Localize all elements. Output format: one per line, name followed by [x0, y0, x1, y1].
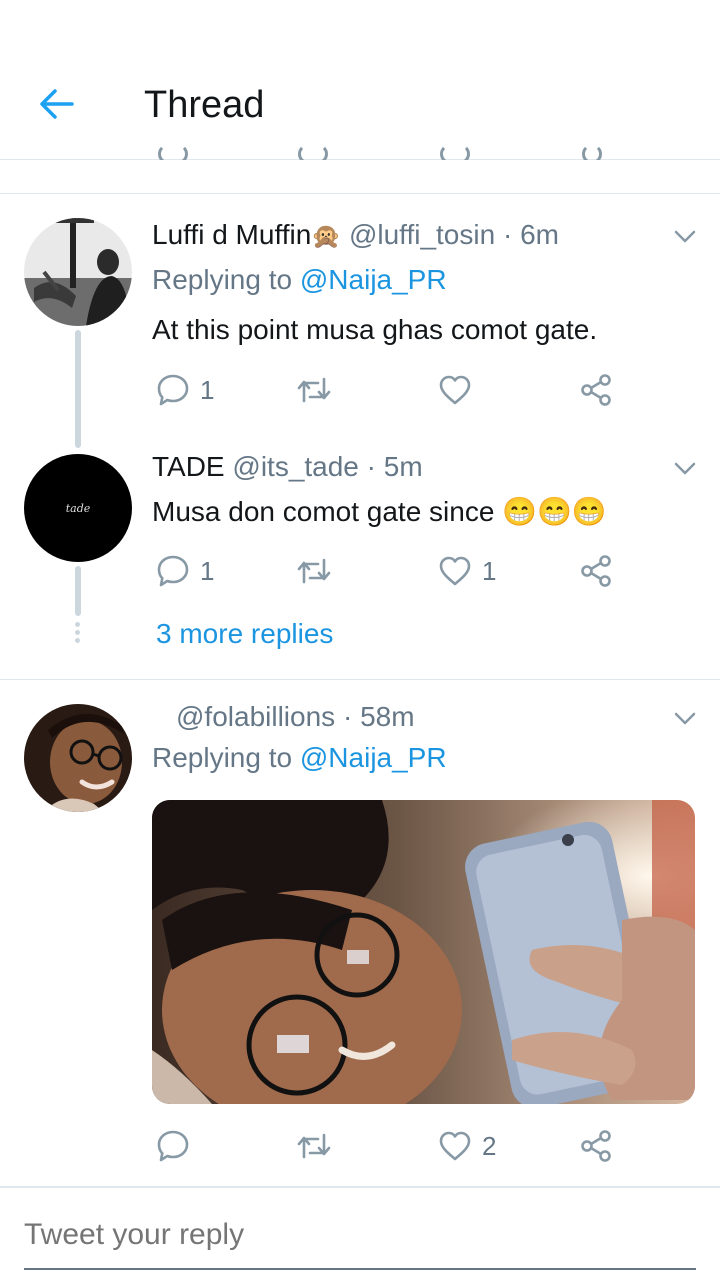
- reply-button[interactable]: [156, 1126, 200, 1166]
- retweet-icon: [297, 558, 331, 584]
- heart-icon: [439, 556, 471, 586]
- like-count: 2: [482, 1130, 497, 1161]
- mention-link[interactable]: @Naija_PR: [300, 264, 447, 295]
- share-icon: [581, 374, 611, 406]
- photo-illustration: [152, 800, 695, 1104]
- separator: ·: [335, 701, 361, 732]
- reply-icon: [157, 374, 189, 406]
- replying-label: Replying to: [152, 264, 300, 295]
- back-button[interactable]: [34, 82, 78, 126]
- avatar[interactable]: [24, 218, 132, 326]
- tweet-header: @folabillions · 58m: [176, 701, 415, 733]
- heart-icon: [439, 1131, 471, 1161]
- thread-line: [75, 566, 81, 616]
- handle[interactable]: @luffi_tosin: [349, 219, 495, 250]
- heart-icon: [439, 375, 471, 405]
- thread-header: Thread: [0, 0, 720, 160]
- tweet-menu-button[interactable]: [672, 706, 698, 732]
- reply-icon: [157, 1130, 189, 1162]
- chevron-down-icon: [674, 712, 696, 725]
- page-title: Thread: [144, 84, 265, 126]
- reply-count: 1: [200, 555, 215, 586]
- tweet-actions: 1: [152, 370, 632, 410]
- retweet-button[interactable]: [296, 1126, 342, 1166]
- separator: ·: [358, 451, 384, 482]
- like-button[interactable]: 2: [438, 1126, 496, 1166]
- retweet-button[interactable]: [296, 551, 342, 591]
- tweet-media-image[interactable]: [152, 800, 695, 1104]
- display-name[interactable]: Luffi d Muffin: [152, 219, 311, 250]
- like-icon[interactable]: [440, 144, 470, 160]
- like-count: 1: [482, 555, 497, 586]
- avatar-photo-icon: [24, 704, 132, 812]
- tweet-menu-button[interactable]: [672, 224, 698, 250]
- divider: [0, 193, 720, 194]
- avatar-text: tade: [65, 501, 91, 515]
- replying-label: Replying to: [152, 742, 300, 773]
- more-replies-link[interactable]: 3 more replies: [156, 618, 333, 650]
- previous-tweet-actions: [0, 140, 720, 160]
- replying-to: Replying to @Naija_PR: [152, 742, 447, 774]
- reply-icon[interactable]: [158, 144, 188, 160]
- retweet-button[interactable]: [296, 370, 342, 410]
- tweet-header: TADE @its_tade · 5m: [152, 451, 423, 483]
- reply-icon: [157, 555, 189, 587]
- share-icon: [581, 1130, 611, 1162]
- reply-button[interactable]: 1: [156, 370, 214, 410]
- divider: [0, 679, 720, 680]
- retweet-icon: [297, 377, 331, 403]
- tweet-actions: 2: [152, 1126, 632, 1166]
- timestamp[interactable]: 58m: [360, 701, 414, 732]
- reply-composer: [0, 1186, 720, 1280]
- handle[interactable]: @its_tade: [232, 451, 359, 482]
- avatar-photo-icon: [24, 218, 132, 326]
- reply-input-underline: [24, 1268, 696, 1270]
- share-icon[interactable]: [582, 144, 602, 160]
- mention-link[interactable]: @Naija_PR: [300, 742, 447, 773]
- like-button[interactable]: [438, 370, 482, 410]
- timestamp[interactable]: 5m: [384, 451, 423, 482]
- retweet-icon: [297, 1133, 331, 1159]
- timestamp[interactable]: 6m: [520, 219, 559, 250]
- name-emoji: 🙊: [311, 223, 342, 250]
- handle[interactable]: @folabillions: [176, 701, 335, 732]
- reply-input[interactable]: [24, 1218, 696, 1252]
- separator: ·: [495, 219, 521, 250]
- back-arrow-icon: [40, 89, 74, 119]
- share-button[interactable]: [580, 370, 612, 410]
- tweet-text: At this point musa ghas comot gate.: [152, 314, 598, 345]
- chevron-down-icon: [674, 230, 696, 243]
- display-name[interactable]: TADE: [152, 451, 225, 482]
- tweet-menu-button[interactable]: [672, 456, 698, 482]
- avatar[interactable]: tade: [24, 454, 132, 562]
- thread-dots: [75, 622, 81, 646]
- tweet-header: Luffi d Muffin🙊 @luffi_tosin · 6m: [152, 219, 559, 251]
- tweet-text: Musa don comot gate since 😁😁😁: [152, 496, 607, 527]
- chevron-down-icon: [674, 462, 696, 475]
- share-icon: [581, 555, 611, 587]
- replying-to: Replying to @Naija_PR: [152, 264, 447, 296]
- tweet-actions: 1 1: [152, 551, 632, 591]
- share-button[interactable]: [580, 551, 612, 591]
- share-button[interactable]: [580, 1126, 612, 1166]
- reply-button[interactable]: 1: [156, 551, 214, 591]
- avatar[interactable]: [24, 704, 132, 812]
- like-button[interactable]: 1: [438, 551, 496, 591]
- thread-line: [75, 330, 81, 448]
- retweet-icon[interactable]: [298, 144, 328, 160]
- reply-count: 1: [200, 374, 215, 405]
